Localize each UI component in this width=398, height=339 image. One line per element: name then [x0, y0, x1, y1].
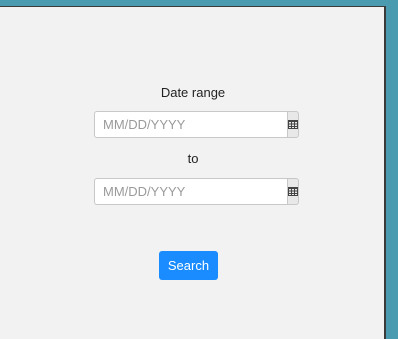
search-button[interactable]: Search	[159, 251, 218, 280]
start-date-input[interactable]	[94, 111, 287, 138]
to-label: to	[187, 151, 199, 166]
date-range-label: Date range	[160, 85, 226, 100]
start-date-group	[94, 111, 299, 138]
end-date-group	[94, 178, 299, 205]
end-date-input[interactable]	[94, 178, 287, 205]
end-date-calendar-button[interactable]	[287, 178, 299, 205]
search-panel: Date range to	[0, 6, 386, 339]
calendar-icon	[288, 120, 298, 129]
calendar-icon	[288, 187, 298, 196]
start-date-calendar-button[interactable]	[287, 111, 299, 138]
